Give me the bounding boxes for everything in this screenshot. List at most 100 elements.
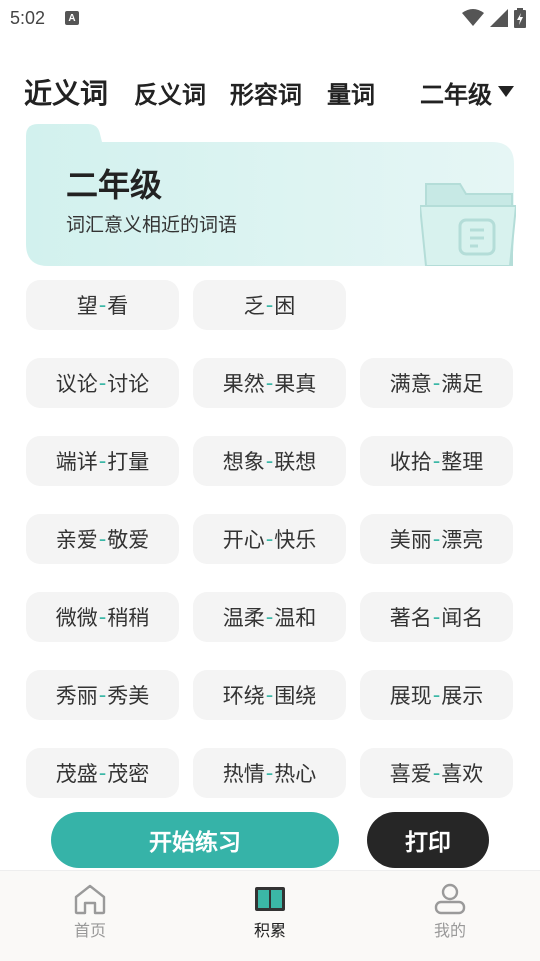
word-b: 快乐	[274, 528, 317, 552]
banner-title: 二年级	[66, 166, 163, 204]
word-b: 整理	[441, 450, 484, 474]
word-a: 展现	[389, 684, 432, 708]
tab-synonyms[interactable]: 近义词	[24, 72, 108, 112]
word-pair-item[interactable]: 热情 - 热心	[193, 748, 346, 798]
nav-accumulate-label: 积累	[253, 921, 286, 940]
grade-dropdown-value: 二年级	[420, 80, 492, 109]
word-a: 热情	[222, 762, 265, 786]
word-b: 展示	[441, 684, 484, 708]
word-b: 闻名	[441, 606, 484, 630]
word-a: 环绕	[222, 684, 265, 708]
word-b: 打量	[107, 450, 150, 474]
word-b: 讨论	[107, 372, 150, 396]
word-a: 温柔	[222, 606, 265, 630]
print-button[interactable]: 打印	[367, 812, 489, 868]
pair-separator: -	[265, 605, 274, 629]
word-pair-item[interactable]: 温柔 - 温和	[193, 592, 346, 642]
word-b: 满足	[441, 372, 484, 396]
word-b: 困	[274, 294, 296, 318]
word-pair-item[interactable]: 议论 - 讨论	[26, 358, 179, 408]
category-tabs: 近义词 反义词 形容词 量词 二年级	[0, 64, 540, 120]
word-b: 茂密	[107, 762, 150, 786]
status-bar: 5:02 A	[0, 0, 540, 36]
word-pair-item[interactable]: 满意 - 满足	[360, 358, 513, 408]
word-a: 微微	[55, 606, 98, 630]
pair-separator: -	[98, 293, 107, 317]
word-b: 秀美	[107, 684, 150, 708]
pair-separator: -	[265, 683, 274, 707]
triangle-down-icon	[498, 86, 514, 97]
grade-dropdown[interactable]: 二年级	[420, 75, 514, 110]
word-pair-item[interactable]: 环绕 - 围绕	[193, 670, 346, 720]
tab-measure-words[interactable]: 量词	[327, 75, 375, 110]
word-a: 收拾	[389, 450, 432, 474]
word-b: 温和	[274, 606, 317, 630]
pair-separator: -	[432, 449, 441, 473]
wifi-icon	[462, 9, 484, 26]
word-pair-item[interactable]: 收拾 - 整理	[360, 436, 513, 486]
word-pair-item[interactable]: 想象 - 联想	[193, 436, 346, 486]
word-pair-item[interactable]: 亲爱 - 敬爱	[26, 514, 179, 564]
book-icon	[255, 887, 285, 911]
word-b: 果真	[274, 372, 317, 396]
word-b: 热心	[274, 762, 317, 786]
word-a: 茂盛	[55, 762, 98, 786]
word-pair-item[interactable]: 著名 - 闻名	[360, 592, 513, 642]
word-b: 看	[107, 294, 129, 318]
word-a: 果然	[222, 372, 265, 396]
pair-separator: -	[265, 449, 274, 473]
word-pair-item[interactable]: 喜爱 - 喜欢	[360, 748, 513, 798]
pair-separator: -	[432, 761, 441, 785]
tab-adjectives[interactable]: 形容词	[230, 75, 302, 110]
word-pair-item[interactable]: 望-看	[26, 280, 179, 330]
word-pair-item[interactable]: 乏-困	[193, 280, 346, 330]
pair-separator: -	[98, 527, 107, 551]
nav-home-label: 首页	[73, 921, 106, 940]
nav-mine[interactable]: 我的	[410, 883, 490, 941]
pair-separator: -	[265, 761, 274, 785]
word-a: 乏	[243, 294, 265, 318]
pair-separator: -	[98, 605, 107, 629]
pair-separator: -	[432, 371, 441, 395]
word-a: 美丽	[389, 528, 432, 552]
pair-separator: -	[265, 371, 274, 395]
word-pair-item[interactable]: 开心 - 快乐	[193, 514, 346, 564]
word-a: 想象	[222, 450, 265, 474]
word-pair-item[interactable]: 美丽 - 漂亮	[360, 514, 513, 564]
pair-separator: -	[98, 683, 107, 707]
nav-accumulate[interactable]: 积累	[230, 883, 310, 941]
word-a: 满意	[389, 372, 432, 396]
word-pair-item[interactable]: 果然 - 果真	[193, 358, 346, 408]
word-pair-item[interactable]: 展现 - 展示	[360, 670, 513, 720]
pair-separator: -	[265, 527, 274, 551]
grade-banner: 二年级 词汇意义相近的词语	[26, 124, 516, 266]
pair-separator: -	[265, 293, 274, 317]
word-a: 端详	[55, 450, 98, 474]
word-pair-item[interactable]: 茂盛 - 茂密	[26, 748, 179, 798]
nav-home[interactable]: 首页	[50, 883, 130, 941]
status-time: 5:02	[10, 7, 46, 28]
notification-icon: A	[65, 11, 80, 25]
start-practice-button[interactable]: 开始练习	[51, 812, 339, 868]
word-pair-item[interactable]: 端详 - 打量	[26, 436, 179, 486]
word-pair-item[interactable]: 微微 - 稍稍	[26, 592, 179, 642]
pair-separator: -	[432, 605, 441, 629]
word-a: 议论	[55, 372, 98, 396]
battery-icon	[514, 8, 526, 28]
nav-mine-label: 我的	[433, 921, 466, 940]
banner-subtitle: 词汇意义相近的词语	[66, 214, 238, 236]
word-b: 围绕	[274, 684, 317, 708]
pair-separator: -	[432, 527, 441, 551]
bottom-nav: 首页 积累 我的	[0, 870, 540, 961]
tab-antonyms[interactable]: 反义词	[134, 75, 206, 110]
pair-separator: -	[432, 683, 441, 707]
word-b: 漂亮	[441, 528, 484, 552]
word-a: 秀丽	[55, 684, 98, 708]
pair-separator: -	[98, 761, 107, 785]
word-a: 开心	[222, 528, 265, 552]
pair-separator: -	[98, 449, 107, 473]
word-b: 喜欢	[441, 762, 484, 786]
word-a: 望	[76, 294, 98, 318]
profile-icon	[434, 883, 466, 915]
word-pair-item[interactable]: 秀丽 - 秀美	[26, 670, 179, 720]
